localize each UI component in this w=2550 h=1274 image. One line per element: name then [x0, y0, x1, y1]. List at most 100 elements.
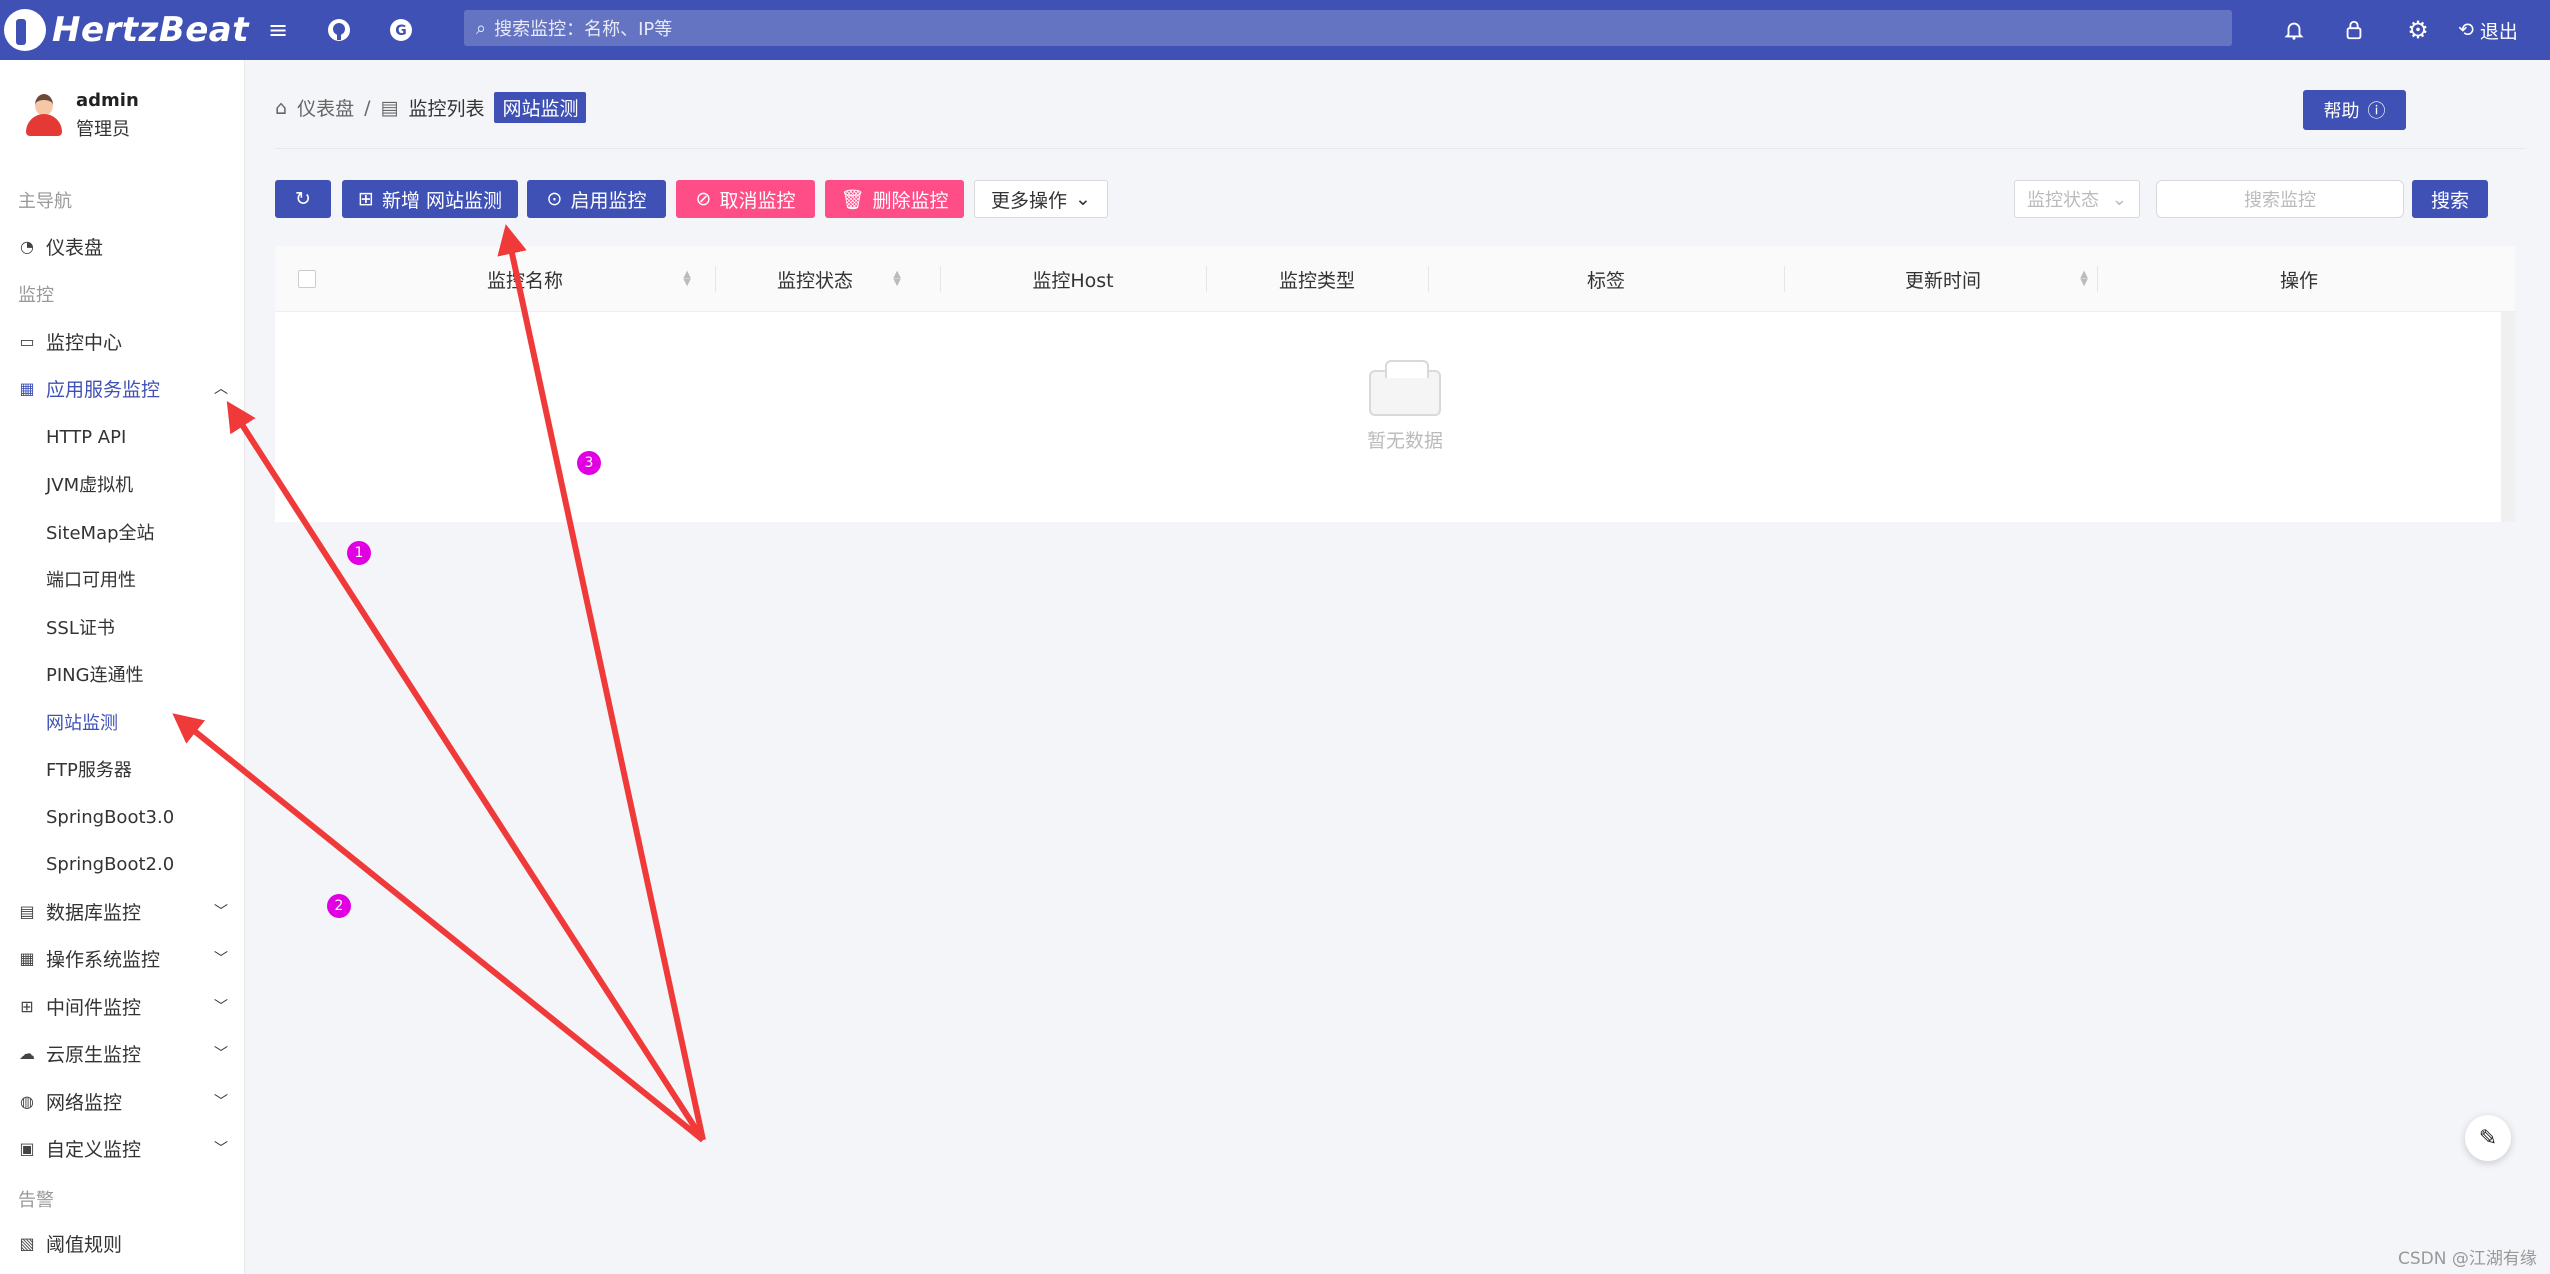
chevron-down-icon: ⌄: [2111, 188, 2127, 210]
os-icon: ▦: [19, 948, 35, 968]
chevron-down-icon: ﹀: [214, 1046, 228, 1062]
sidebar-item-custom[interactable]: ▣ 自定义监控 ﹀: [18, 1133, 228, 1163]
empty-text: 暂无数据: [1366, 430, 1443, 452]
globe-icon: ◍: [20, 1091, 34, 1111]
search-button[interactable]: 搜索: [2412, 180, 2488, 218]
sidebar-item-dashboard[interactable]: ◔ 仪表盘: [18, 231, 228, 261]
sidebar-item-label: 阈值规则: [46, 1233, 123, 1256]
status-filter-placeholder: 监控状态: [2027, 190, 2099, 211]
table-scrollbar[interactable]: [2501, 312, 2515, 522]
sidebar-sub-ftp[interactable]: FTP服务器: [46, 754, 132, 784]
column-header-updated[interactable]: 更新时间 ▲ ▼: [1784, 246, 2102, 312]
trash-icon: 🗑: [840, 188, 865, 211]
nav-group-alert: 告警: [18, 1190, 54, 1211]
column-header-label: 监控状态: [776, 269, 853, 292]
add-monitor-button[interactable]: ⊞ 新增 网站监测: [342, 180, 518, 218]
sidebar-sub-website[interactable]: 网站监测: [46, 707, 118, 737]
enable-monitor-button[interactable]: ⊙ 启用监控: [527, 180, 666, 218]
middleware-icon: ⊞: [20, 996, 34, 1016]
sidebar-sub-sitemap[interactable]: SiteMap全站: [46, 517, 155, 547]
column-header-host: 监控Host: [940, 246, 1206, 312]
add-grid-icon: ⊞: [358, 188, 374, 210]
sidebar-sub-springboot3[interactable]: SpringBoot3.0: [46, 802, 174, 832]
select-all-checkbox[interactable]: [298, 270, 316, 288]
magic-wand-button[interactable]: ✎: [2465, 1115, 2511, 1161]
chevron-down-icon: ﹀: [214, 1141, 228, 1157]
search-icon: ⌕: [476, 17, 487, 39]
cancel-monitor-label: 取消监控: [719, 189, 796, 212]
sort-icon: ▲ ▼: [893, 269, 901, 288]
nav-group-monitor: 监控: [18, 285, 54, 306]
sidebar-item-middleware[interactable]: ⊞ 中间件监控 ﹀: [18, 991, 228, 1021]
sidebar-item-app-service[interactable]: ▦ 应用服务监控 ︿: [18, 373, 228, 403]
logout-button[interactable]: ⟲ 退出: [2458, 14, 2518, 46]
delete-monitor-button[interactable]: 🗑 删除监控: [825, 180, 964, 218]
monitor-search-input[interactable]: 搜索监控: [2156, 180, 2404, 218]
more-actions-dropdown[interactable]: 更多操作 ⌄: [974, 180, 1108, 218]
list-icon: ▤: [380, 96, 399, 119]
table-header: 监控名称 ▲ ▼ 监控状态 ▲ ▼ 监控Host 监控类型 标签 更新时间 ▲ ▼ 操…: [275, 246, 2515, 312]
sidebar-sub-http-api[interactable]: HTTP API: [46, 422, 126, 452]
breadcrumb: ⌂ 仪表盘 / ▤ 监控列表 网站监测: [275, 92, 587, 123]
sidebar-item-label: 云原生监控: [46, 1043, 142, 1066]
help-label: 帮助: [2323, 101, 2360, 122]
divider: [275, 148, 2525, 149]
column-header-name[interactable]: 监控名称 ▲ ▼: [345, 246, 705, 312]
sidebar-item-database[interactable]: ▤ 数据库监控 ﹀: [18, 896, 228, 926]
breadcrumb-current: 网站监测: [494, 92, 587, 123]
sidebar-sub-ssl[interactable]: SSL证书: [46, 612, 115, 642]
column-header-actions: 操作: [2097, 246, 2501, 312]
stop-circle-icon: ⊘: [695, 188, 712, 210]
chevron-down-icon: ﹀: [214, 1094, 228, 1110]
home-icon: ⌂: [275, 96, 288, 119]
chevron-down-icon: ﹀: [214, 951, 228, 967]
user-role: 管理员: [76, 119, 130, 140]
sidebar-item-os[interactable]: ▦ 操作系统监控 ﹀: [18, 943, 228, 973]
logout-icon: ⟲: [2458, 19, 2474, 41]
user-card[interactable]: admin 管理员: [26, 90, 139, 141]
gitee-icon[interactable]: G: [385, 14, 417, 46]
magic-wand-icon: ✎: [2478, 1125, 2498, 1151]
bell-icon[interactable]: [2278, 14, 2310, 46]
delete-monitor-label: 删除监控: [872, 189, 949, 212]
column-header-status[interactable]: 监控状态 ▲ ▼: [715, 246, 915, 312]
sidebar-sub-ping[interactable]: PING连通性: [46, 659, 144, 689]
annotation-marker-3: 3: [577, 451, 601, 475]
sidebar-item-cloud-native[interactable]: ☁ 云原生监控 ﹀: [18, 1038, 228, 1068]
menu-icon[interactable]: ≡: [262, 14, 294, 46]
settings-icon[interactable]: ⚙: [2402, 14, 2434, 46]
lock-icon[interactable]: [2338, 14, 2370, 46]
empty-state: 暂无数据: [1325, 360, 1485, 453]
laptop-icon: ▭: [19, 331, 35, 351]
refresh-button[interactable]: ↻: [275, 180, 331, 218]
cancel-monitor-button[interactable]: ⊘ 取消监控: [676, 180, 815, 218]
threshold-icon: ▧: [19, 1233, 35, 1253]
sidebar-item-label: 自定义监控: [46, 1138, 142, 1161]
sidebar-item-threshold[interactable]: ▧ 阈值规则: [18, 1228, 228, 1258]
annotation-marker-1: 1: [347, 541, 371, 565]
breadcrumb-list[interactable]: 监控列表: [408, 94, 484, 121]
svg-text:G: G: [395, 23, 407, 39]
column-header-label: 监控Host: [1032, 269, 1114, 292]
breadcrumb-home[interactable]: 仪表盘: [297, 94, 354, 121]
more-actions-label: 更多操作: [991, 189, 1068, 212]
grid-icon: ▦: [19, 378, 35, 398]
logo[interactable]: HertzBeat: [4, 6, 249, 54]
chevron-down-icon: ﹀: [214, 999, 228, 1015]
chevron-down-icon: ⌄: [1075, 188, 1091, 210]
help-button[interactable]: 帮助 ⓘ: [2303, 90, 2406, 130]
sidebar-sub-jvm[interactable]: JVM虚拟机: [46, 469, 133, 499]
status-filter-select[interactable]: 监控状态 ⌄: [2014, 180, 2140, 218]
sidebar-item-label: 监控中心: [46, 331, 123, 354]
sidebar-sub-springboot2[interactable]: SpringBoot2.0: [46, 849, 174, 879]
global-search-input[interactable]: ⌕ 搜索监控：名称、IP等: [464, 10, 2232, 46]
sidebar-sub-port[interactable]: 端口可用性: [46, 564, 136, 594]
global-search-placeholder: 搜索监控：名称、IP等: [494, 19, 673, 40]
annotation-marker-2: 2: [327, 894, 351, 918]
github-icon[interactable]: [323, 14, 355, 46]
sidebar-item-network[interactable]: ◍ 网络监控 ﹀: [18, 1086, 228, 1116]
dashboard-icon: ◔: [20, 236, 34, 256]
top-bar: HertzBeat ≡ G ⌕ 搜索监控：名称、IP等 ⚙ ⟲ 退出: [0, 0, 2550, 60]
sidebar-item-label: 应用服务监控: [46, 378, 161, 401]
sidebar-item-monitor-center[interactable]: ▭ 监控中心: [18, 326, 228, 356]
